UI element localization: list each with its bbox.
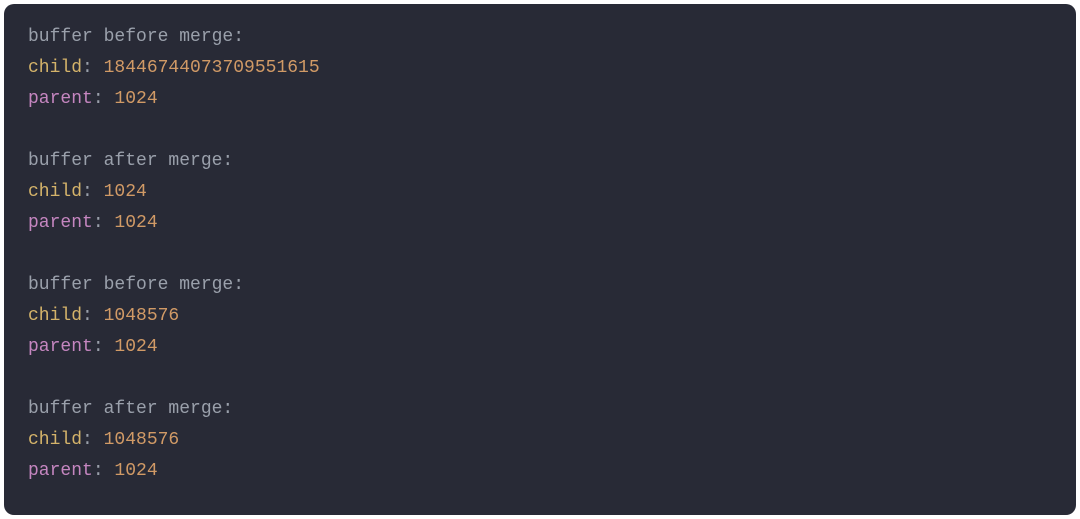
- blank-line: [28, 239, 1052, 270]
- output-heading: buffer after merge:: [28, 394, 1052, 425]
- blank-line: [28, 363, 1052, 394]
- separator: :: [82, 430, 104, 450]
- heading-text: buffer after merge:: [28, 399, 233, 419]
- separator: :: [93, 89, 115, 109]
- child-value: 18446744073709551615: [104, 58, 320, 78]
- separator: :: [82, 58, 104, 78]
- output-heading: buffer before merge:: [28, 270, 1052, 301]
- child-key: child: [28, 182, 82, 202]
- child-value: 1048576: [104, 306, 180, 326]
- output-heading: buffer before merge:: [28, 22, 1052, 53]
- output-child-line: child: 1024: [28, 177, 1052, 208]
- parent-key: parent: [28, 89, 93, 109]
- child-key: child: [28, 306, 82, 326]
- output-child-line: child: 1048576: [28, 425, 1052, 456]
- separator: :: [82, 306, 104, 326]
- terminal-output: buffer before merge: child: 184467440737…: [4, 4, 1076, 515]
- output-parent-line: parent: 1024: [28, 208, 1052, 239]
- parent-value: 1024: [114, 461, 157, 481]
- parent-key: parent: [28, 461, 93, 481]
- heading-text: buffer before merge:: [28, 275, 244, 295]
- child-key: child: [28, 430, 82, 450]
- output-child-line: child: 18446744073709551615: [28, 53, 1052, 84]
- parent-value: 1024: [114, 337, 157, 357]
- parent-key: parent: [28, 213, 93, 233]
- child-value: 1048576: [104, 430, 180, 450]
- heading-text: buffer after merge:: [28, 151, 233, 171]
- separator: :: [93, 213, 115, 233]
- parent-key: parent: [28, 337, 93, 357]
- parent-value: 1024: [114, 89, 157, 109]
- output-heading: buffer after merge:: [28, 146, 1052, 177]
- separator: :: [82, 182, 104, 202]
- output-child-line: child: 1048576: [28, 301, 1052, 332]
- output-parent-line: parent: 1024: [28, 332, 1052, 363]
- heading-text: buffer before merge:: [28, 27, 244, 47]
- child-value: 1024: [104, 182, 147, 202]
- blank-line: [28, 115, 1052, 146]
- separator: :: [93, 461, 115, 481]
- child-key: child: [28, 58, 82, 78]
- output-parent-line: parent: 1024: [28, 84, 1052, 115]
- separator: :: [93, 337, 115, 357]
- output-parent-line: parent: 1024: [28, 456, 1052, 487]
- parent-value: 1024: [114, 213, 157, 233]
